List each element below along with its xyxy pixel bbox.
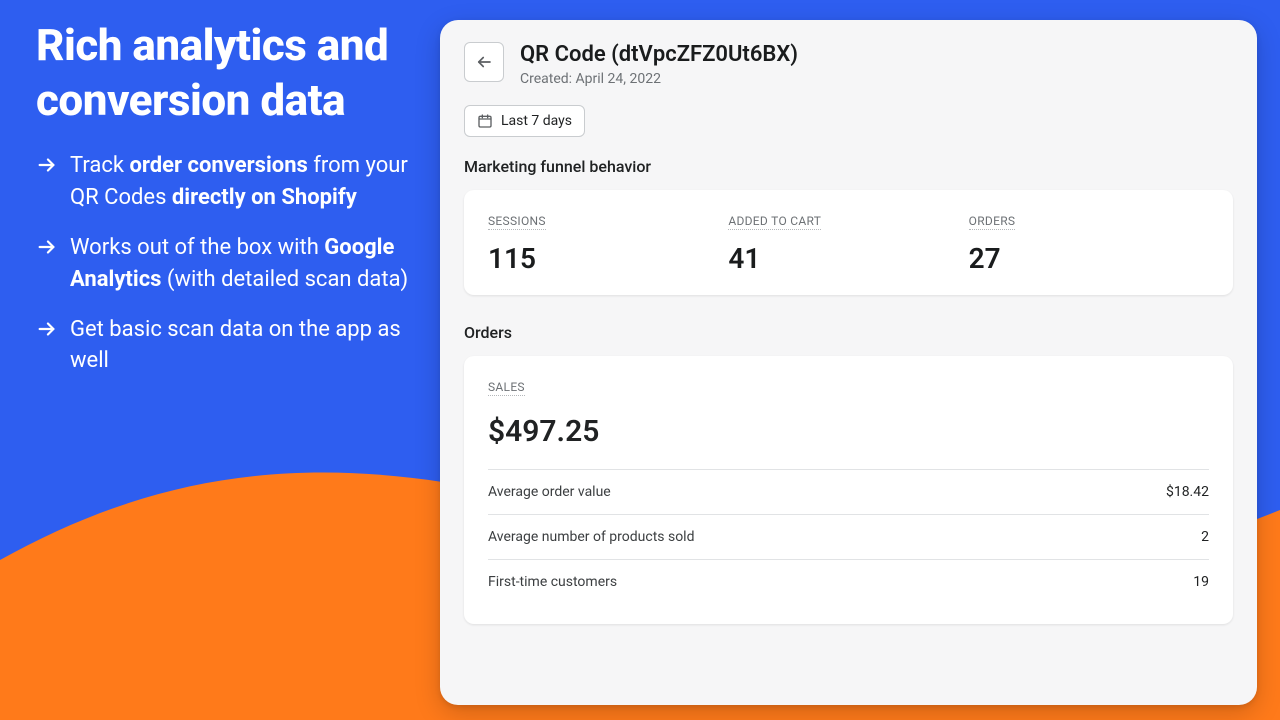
marketing-copy: Rich analytics and conversion data Track… — [36, 18, 416, 395]
funnel-metric-orders: ORDERS 27 — [969, 210, 1209, 275]
funnel-card: SESSIONS 115 ADDED TO CART 41 ORDERS 27 — [464, 190, 1233, 295]
metric-label: ADDED TO CART — [728, 214, 821, 230]
metric-value: 115 — [488, 242, 728, 275]
metric-label: ORDERS — [969, 214, 1016, 230]
marketing-bullets: Track order conversions from your QR Cod… — [36, 150, 416, 377]
created-date: Created: April 24, 2022 — [520, 71, 798, 87]
row-value: 2 — [1201, 529, 1209, 545]
funnel-metric-sessions: SESSIONS 115 — [488, 210, 728, 275]
page-title: QR Code (dtVpcZFZ0Ut6BX) — [520, 42, 798, 67]
row-label: Average number of products sold — [488, 529, 695, 545]
marketing-headline: Rich analytics and conversion data — [36, 18, 416, 128]
orders-section-title: Orders — [464, 323, 1233, 342]
order-stat-row: Average number of products sold 2 — [488, 514, 1209, 559]
funnel-metric-added-to-cart: ADDED TO CART 41 — [728, 210, 968, 275]
funnel-section-title: Marketing funnel behavior — [464, 157, 1233, 176]
bullet-text: Get basic scan data on the app as well — [70, 314, 416, 378]
orders-card: SALES $497.25 Average order value $18.42… — [464, 356, 1233, 624]
row-value: 19 — [1193, 574, 1209, 590]
arrow-right-icon — [36, 236, 58, 296]
arrow-right-icon — [36, 154, 58, 214]
order-stat-row: First-time customers 19 — [488, 559, 1209, 604]
arrow-left-icon — [475, 53, 493, 71]
panel-header: QR Code (dtVpcZFZ0Ut6BX) Created: April … — [464, 42, 1233, 87]
metric-value: 41 — [728, 242, 968, 275]
bullet-text: Works out of the box with Google Analyti… — [70, 232, 416, 296]
row-label: Average order value — [488, 484, 611, 500]
row-label: First-time customers — [488, 574, 617, 590]
date-range-picker[interactable]: Last 7 days — [464, 105, 585, 137]
bullet-text: Track order conversions from your QR Cod… — [70, 150, 416, 214]
metric-value: 27 — [969, 242, 1209, 275]
bullet-item: Track order conversions from your QR Cod… — [36, 150, 416, 214]
arrow-right-icon — [36, 318, 58, 378]
title-block: QR Code (dtVpcZFZ0Ut6BX) Created: April … — [520, 42, 798, 87]
metric-label: SESSIONS — [488, 214, 546, 230]
date-range-label: Last 7 days — [501, 113, 572, 129]
bullet-item: Get basic scan data on the app as well — [36, 314, 416, 378]
bullet-item: Works out of the box with Google Analyti… — [36, 232, 416, 296]
analytics-panel: QR Code (dtVpcZFZ0Ut6BX) Created: April … — [440, 20, 1257, 705]
calendar-icon — [477, 113, 493, 129]
row-value: $18.42 — [1166, 484, 1209, 500]
sales-label: SALES — [488, 380, 525, 396]
back-button[interactable] — [464, 42, 504, 82]
sales-value: $497.25 — [488, 414, 1209, 449]
order-stat-row: Average order value $18.42 — [488, 469, 1209, 514]
